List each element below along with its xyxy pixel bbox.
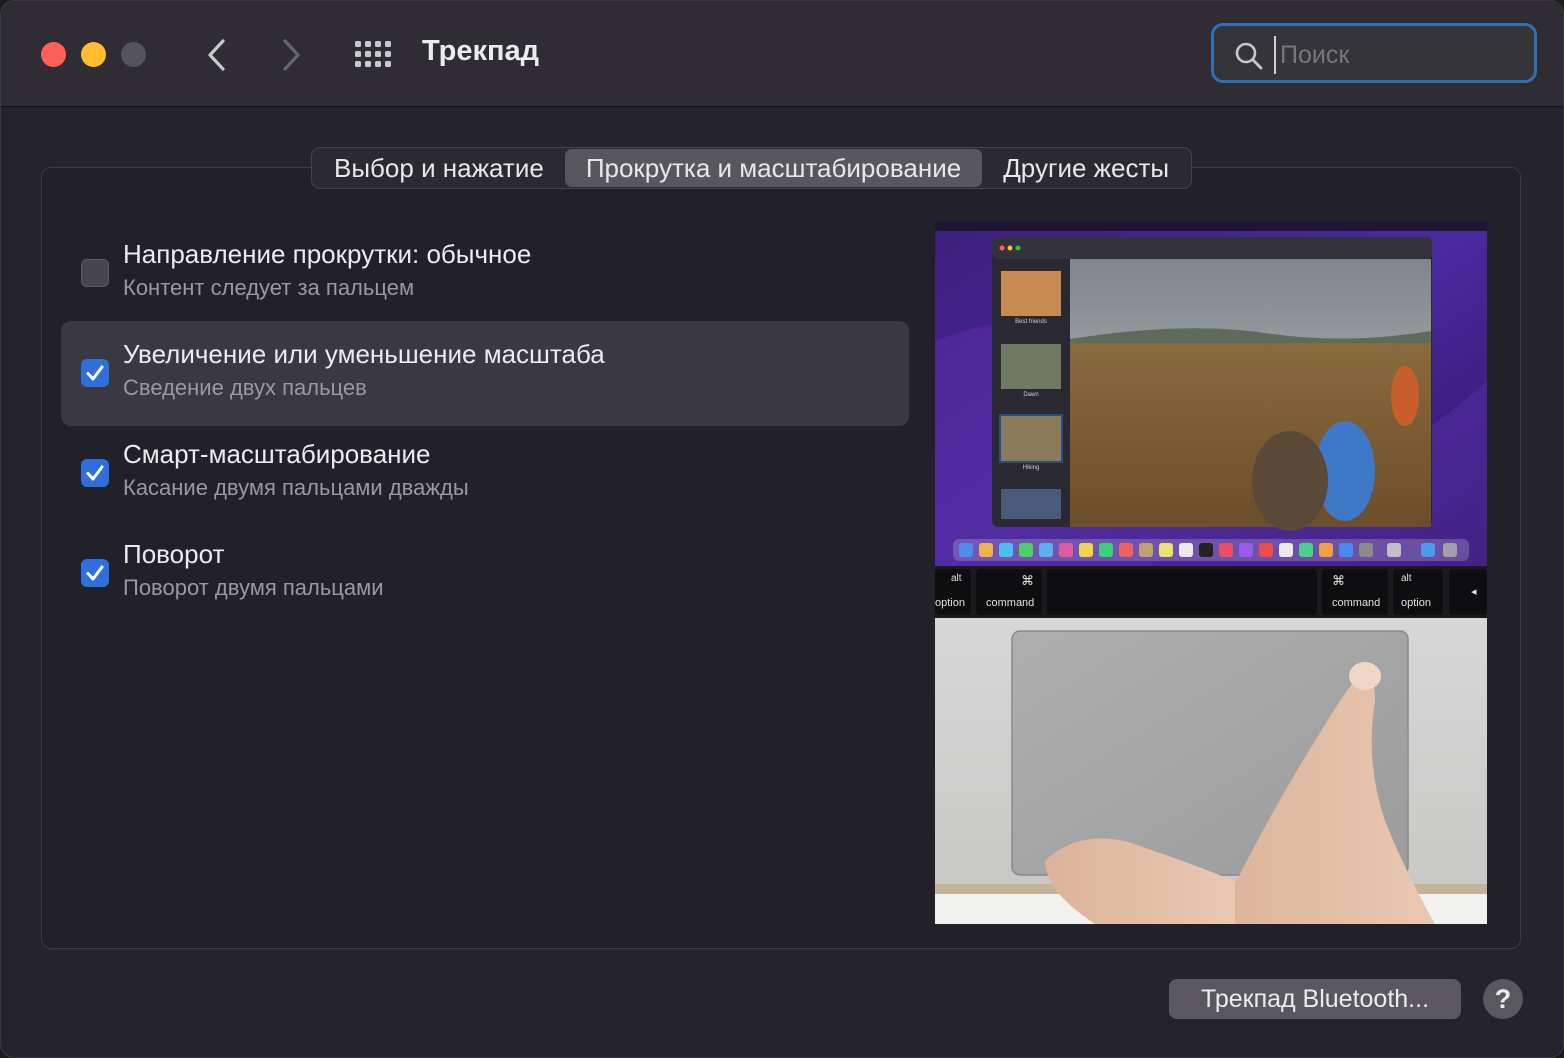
minimize-button[interactable] (81, 42, 106, 67)
option-zoom-in-out[interactable]: Увеличение или уменьшение масштаба Сведе… (61, 321, 909, 426)
search-icon (1235, 42, 1263, 70)
zoom-button[interactable] (121, 42, 146, 67)
option-subtitle: Контент следует за пальцем (123, 275, 415, 300)
key-command-right: command (1332, 597, 1381, 609)
option-title: Поворот (123, 539, 225, 569)
tab-scroll-zoom[interactable]: Прокрутка и масштабирование (564, 149, 983, 187)
gesture-preview-video: alt option ⌘ command ⌘ command alt optio… (935, 221, 1487, 924)
key-command-left-top: ⌘ (1021, 573, 1034, 588)
checkmark-icon (86, 565, 104, 581)
grid-icon (355, 41, 391, 67)
option-scroll-direction[interactable]: Направление прокрутки: обычное Контент с… (61, 221, 909, 326)
option-rotate[interactable]: Поворот Поворот двумя пальцами (61, 521, 909, 626)
key-arrow-left: ◂ (1471, 586, 1477, 598)
preferences-window: Трекпад Выбор и нажатие Прокрутка и масш… (0, 0, 1564, 1058)
option-subtitle: Поворот двумя пальцами (123, 575, 384, 600)
key-command-left: command (986, 597, 1035, 609)
thumb-caption: Dawn (1023, 392, 1039, 398)
option-title: Смарт-масштабирование (123, 439, 431, 469)
search-field[interactable] (1211, 23, 1537, 83)
key-option-left: option (935, 597, 965, 609)
tab-bar: Выбор и нажатие Прокрутка и масштабирова… (311, 147, 1193, 189)
key-option-right-top: alt (1401, 573, 1412, 584)
rotate-checkbox[interactable] (81, 559, 109, 587)
search-input[interactable] (1274, 36, 1522, 74)
option-smart-zoom[interactable]: Смарт-масштабирование Касание двумя паль… (61, 421, 909, 526)
window-title: Трекпад (422, 35, 540, 67)
close-button[interactable] (41, 42, 66, 67)
chevron-right-icon (283, 39, 300, 71)
chevron-left-icon (208, 39, 225, 71)
titlebar: Трекпад (1, 1, 1563, 107)
key-command-right-top: ⌘ (1332, 573, 1345, 588)
checkmark-icon (86, 465, 104, 481)
show-all-button[interactable] (353, 37, 393, 71)
thumb-caption: Hiking (1022, 465, 1040, 471)
option-title: Направление прокрутки: обычное (123, 239, 532, 269)
tab-more-gestures[interactable]: Другие жесты (982, 149, 1190, 187)
thumb-caption: Best friends (1015, 319, 1047, 325)
checkmark-icon (86, 365, 104, 381)
keyboard-labels: alt option ⌘ command ⌘ command alt optio… (935, 571, 1487, 617)
back-button[interactable] (199, 35, 235, 75)
scroll-direction-checkbox[interactable] (81, 259, 109, 287)
help-button[interactable]: ? (1483, 979, 1523, 1019)
tab-point-click[interactable]: Выбор и нажатие (313, 149, 565, 187)
forward-button[interactable] (273, 35, 309, 75)
key-option-right: option (1401, 597, 1431, 609)
option-subtitle: Касание двумя пальцами дважды (123, 475, 469, 500)
smart-zoom-checkbox[interactable] (81, 459, 109, 487)
key-option-left-top: alt (951, 573, 962, 584)
zoom-in-out-checkbox[interactable] (81, 359, 109, 387)
bluetooth-trackpad-button[interactable]: Трекпад Bluetooth... (1169, 979, 1461, 1019)
option-title: Увеличение или уменьшение масштаба (123, 339, 605, 369)
option-subtitle: Сведение двух пальцев (123, 375, 367, 400)
